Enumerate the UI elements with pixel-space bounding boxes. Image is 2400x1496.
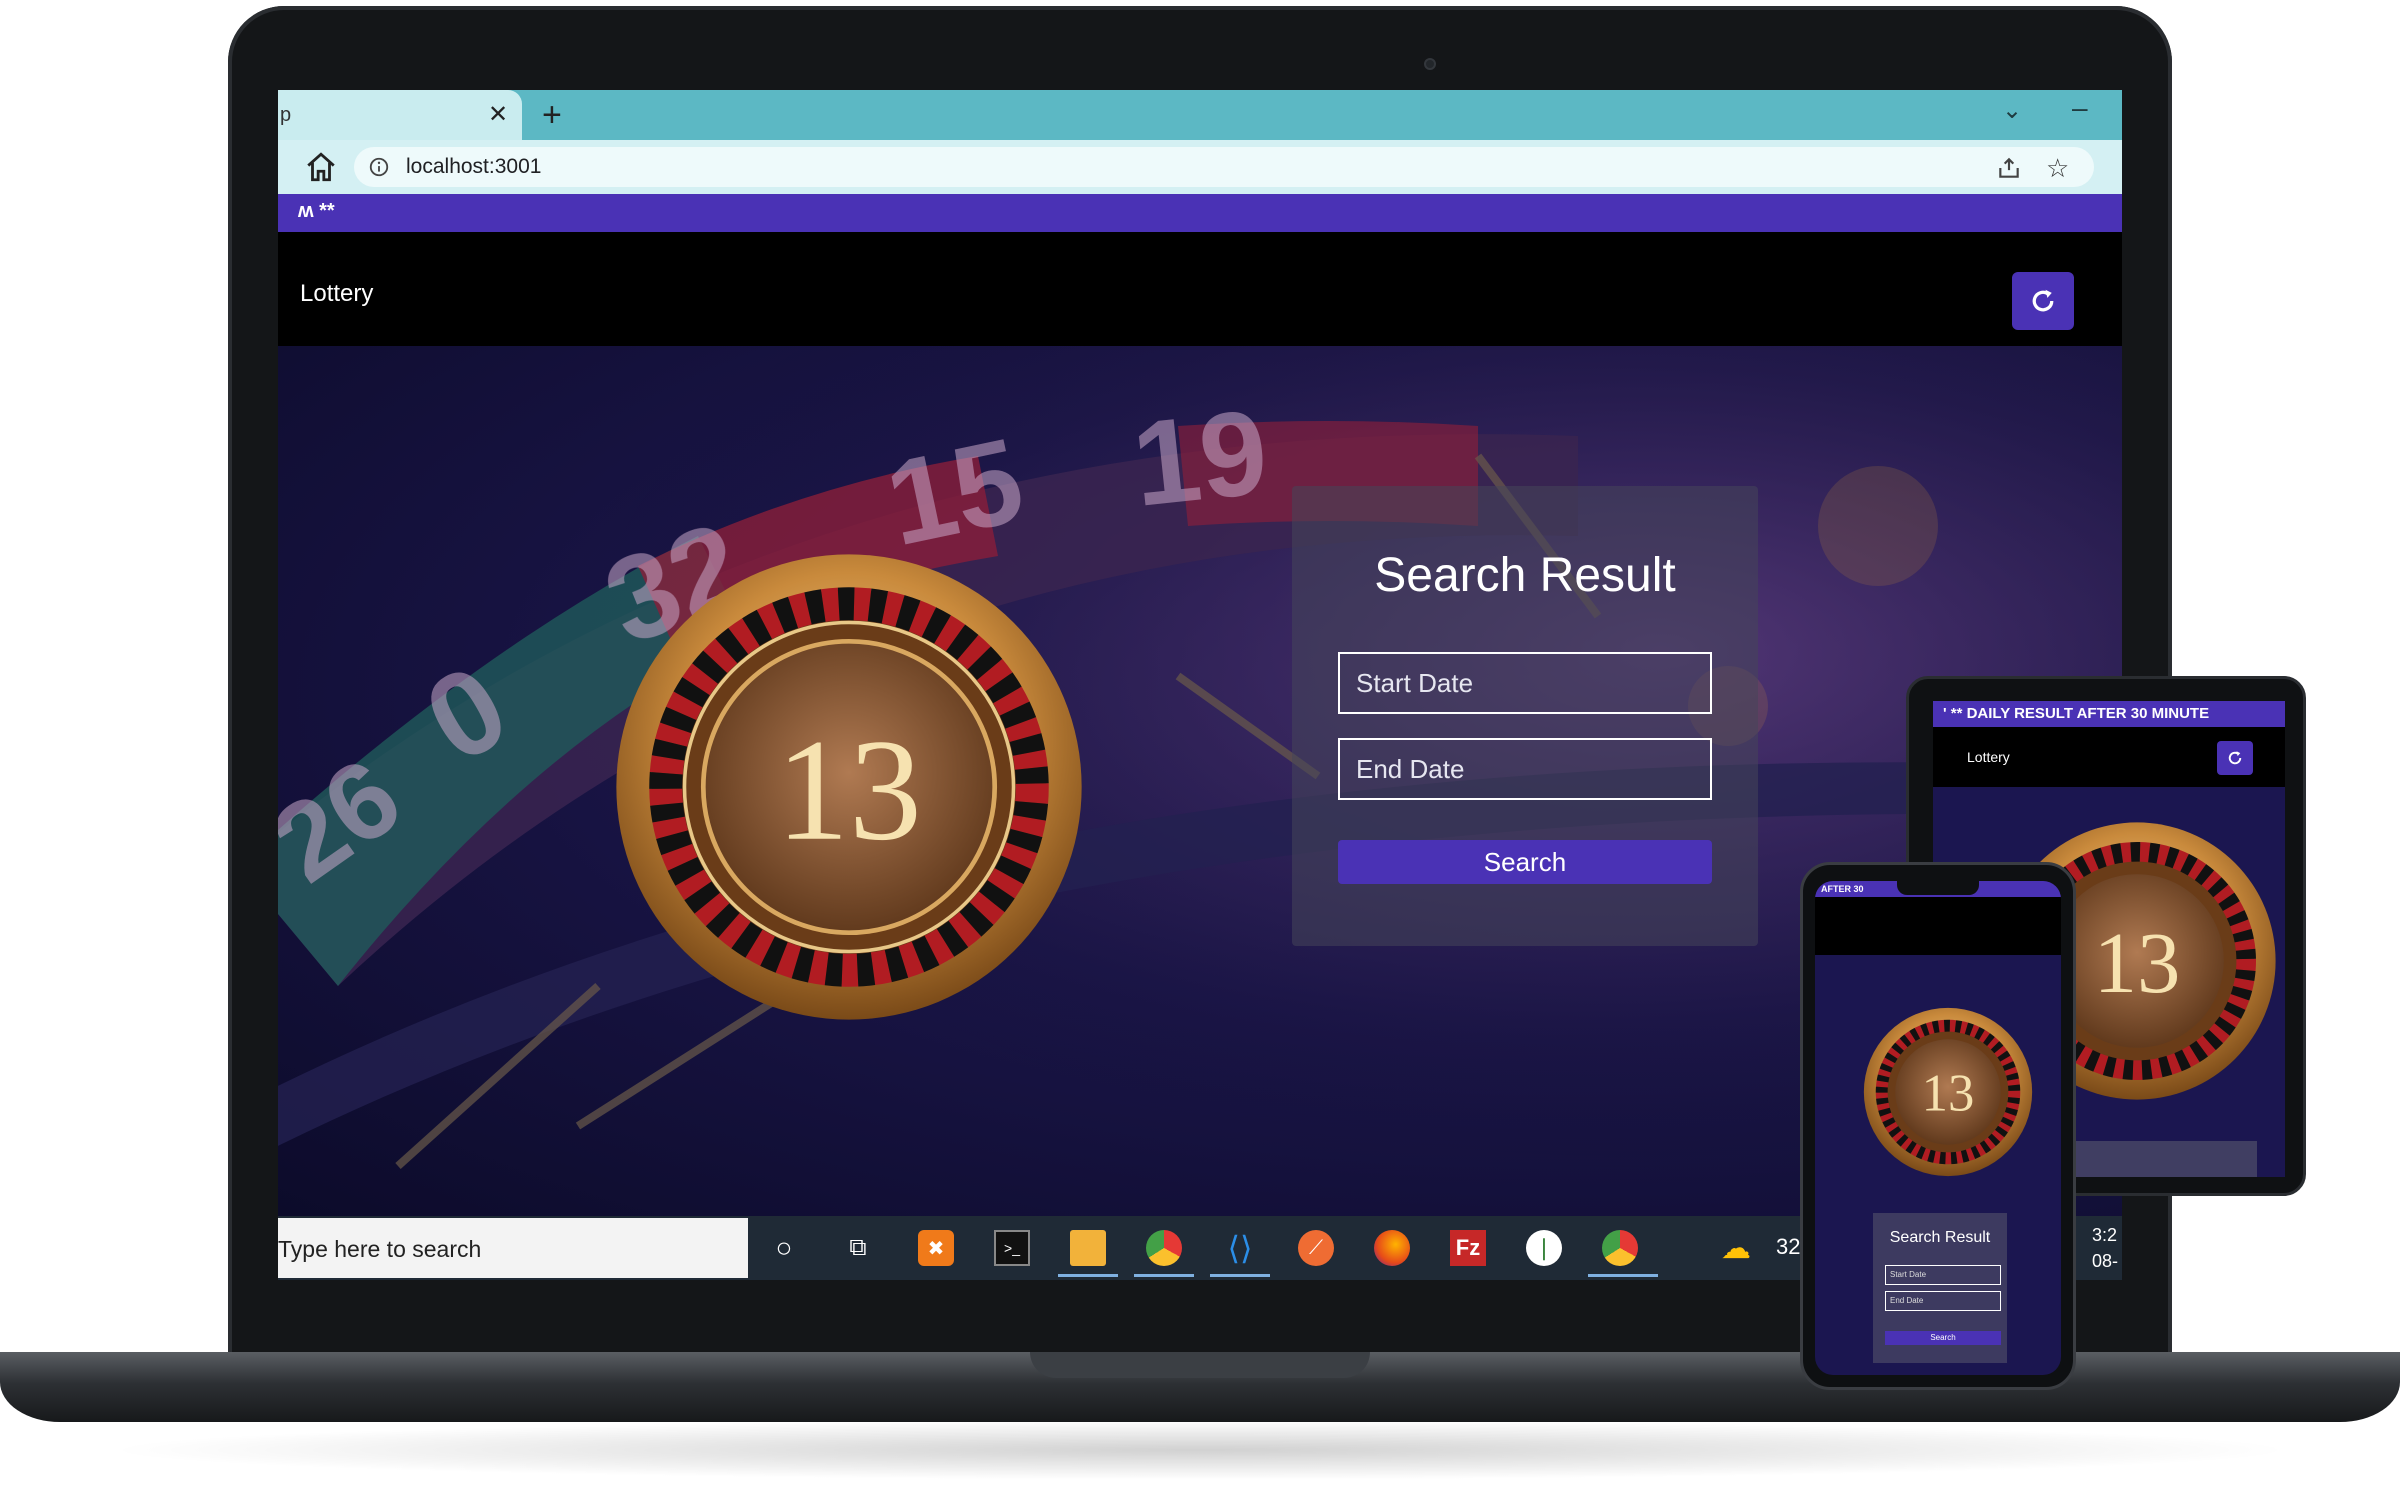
address-bar: localhost:3001 ☆ — [278, 140, 2122, 194]
tab-strip: p ✕ + ⌄ – — [278, 90, 2122, 140]
device-mockup: p ✕ + ⌄ – localhost:3001 ☆ ʍ ** Lottery — [0, 0, 2400, 1496]
laptop-shadow — [100, 1420, 2300, 1480]
chrome-active-indicator — [1588, 1274, 1658, 1277]
file-explorer-icon[interactable] — [1070, 1230, 1106, 1266]
system-clock[interactable]: 3:2 08-J — [2092, 1222, 2122, 1280]
info-icon[interactable] — [368, 156, 390, 178]
browser-tab[interactable]: p ✕ — [278, 90, 522, 140]
chrome-active-icon[interactable] — [1602, 1230, 1638, 1266]
terminal-icon[interactable]: >_ — [994, 1230, 1030, 1266]
taskbar-search-box[interactable]: Type here to search — [278, 1218, 748, 1278]
chrome-icon[interactable] — [1146, 1230, 1182, 1266]
search-button[interactable]: Search — [1338, 840, 1712, 884]
roulette-wheel-graphic: 13 — [616, 554, 1082, 1020]
phone-screen: AFTER 30 13 Search Result Start Date End… — [1815, 881, 2061, 1375]
url-text: localhost:3001 — [406, 155, 542, 178]
tab-title: p — [280, 104, 292, 126]
home-icon[interactable] — [304, 150, 338, 184]
mongodb-compass-icon[interactable]: ❘ — [1526, 1230, 1562, 1266]
webcam — [1424, 58, 1436, 70]
search-result-title: Search Result — [1374, 549, 1676, 602]
phone-search-card: Search Result Start Date End Date Search — [1873, 1213, 2007, 1363]
taskbar-search-placeholder: Type here to search — [278, 1236, 482, 1262]
tablet-marquee: ' ** DAILY RESULT AFTER 30 MINUTE — [1933, 701, 2285, 727]
task-view-icon[interactable]: ⧉ — [840, 1230, 876, 1266]
cortana-icon[interactable]: ○ — [766, 1230, 802, 1266]
phone-device: AFTER 30 13 Search Result Start Date End… — [1800, 862, 2076, 1390]
url-field[interactable]: localhost:3001 ☆ — [354, 147, 2094, 187]
vscode-icon[interactable]: ⟨⟩ — [1222, 1230, 1258, 1266]
postman-icon[interactable]: ⟋ — [1298, 1230, 1334, 1266]
svg-text:19: 19 — [1127, 385, 1274, 532]
laptop-notch — [1030, 1352, 1370, 1378]
site-brand[interactable]: Lottery — [300, 280, 373, 308]
phone-search-button[interactable]: Search — [1885, 1331, 2001, 1345]
refresh-icon — [2228, 751, 2242, 765]
phone-wheel-number: 13 — [1922, 1065, 1975, 1123]
vscode-indicator — [1210, 1274, 1270, 1277]
refresh-button[interactable] — [2012, 272, 2074, 330]
tablet-brand[interactable]: Lottery — [1967, 749, 2010, 765]
phone-search-title: Search Result — [1889, 1229, 1991, 1246]
tablet-wheel-number: 13 — [2094, 915, 2181, 1011]
tablet-navbar: Lottery — [1933, 727, 2285, 787]
clock-date: 08-J — [2092, 1251, 2119, 1280]
phone-navbar — [1815, 897, 2061, 955]
wheel-number: 13 — [776, 709, 922, 871]
phone-end-date-field[interactable]: End Date — [1885, 1291, 2001, 1311]
announcement-marquee: ʍ ** — [278, 194, 2122, 232]
site-navbar: Lottery — [278, 242, 2122, 346]
phone-start-date-field[interactable]: Start Date — [1885, 1265, 2001, 1285]
end-date-field[interactable]: End Date — [1338, 738, 1712, 800]
bookmark-star-icon[interactable]: ☆ — [2046, 153, 2069, 184]
file-explorer-indicator — [1058, 1274, 1118, 1277]
close-tab-icon[interactable]: ✕ — [488, 100, 508, 129]
svg-text:15: 15 — [876, 413, 1034, 572]
new-tab-button[interactable]: + — [542, 96, 562, 135]
refresh-icon — [2032, 289, 2054, 312]
tablet-search-card — [2067, 1141, 2257, 1177]
weather-icon[interactable]: ☁ — [1718, 1230, 1754, 1266]
tablet-refresh-button[interactable] — [2217, 741, 2253, 775]
chrome-indicator — [1134, 1274, 1194, 1277]
filezilla-icon[interactable]: Fz — [1450, 1230, 1486, 1266]
xampp-icon[interactable]: ✖ — [918, 1230, 954, 1266]
firefox-icon[interactable] — [1374, 1230, 1410, 1266]
share-icon[interactable] — [1996, 155, 2022, 181]
phone-roulette-wheel: 13 — [1863, 1007, 2033, 1177]
tab-search-chevron-icon[interactable]: ⌄ — [2002, 96, 2022, 125]
minimize-window-icon[interactable]: – — [2072, 92, 2088, 124]
phone-notch — [1897, 881, 1979, 895]
start-date-field[interactable]: Start Date — [1338, 652, 1712, 714]
search-result-card: Search Result Start Date End Date Search — [1292, 486, 1758, 946]
clock-time: 3:2 — [2092, 1225, 2118, 1245]
